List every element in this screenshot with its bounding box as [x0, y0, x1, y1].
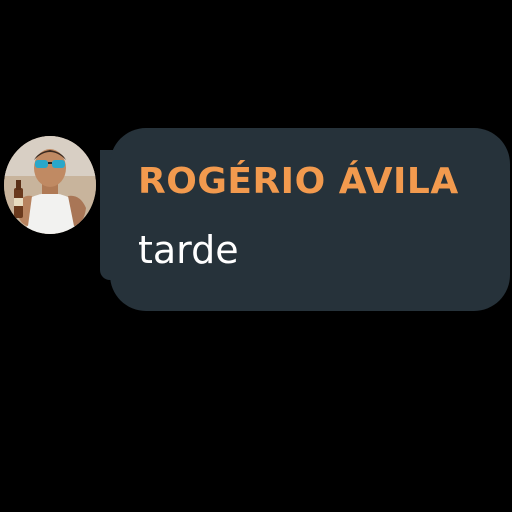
message-text: tarde: [138, 228, 239, 272]
sender-avatar[interactable]: [4, 136, 96, 234]
profile-photo-icon: [4, 136, 96, 234]
message-bubble[interactable]: ROGÉRIO ÁVILA tarde: [110, 128, 510, 311]
sender-name[interactable]: ROGÉRIO ÁVILA: [138, 162, 510, 202]
chat-message-row: ROGÉRIO ÁVILA tarde: [0, 0, 512, 512]
